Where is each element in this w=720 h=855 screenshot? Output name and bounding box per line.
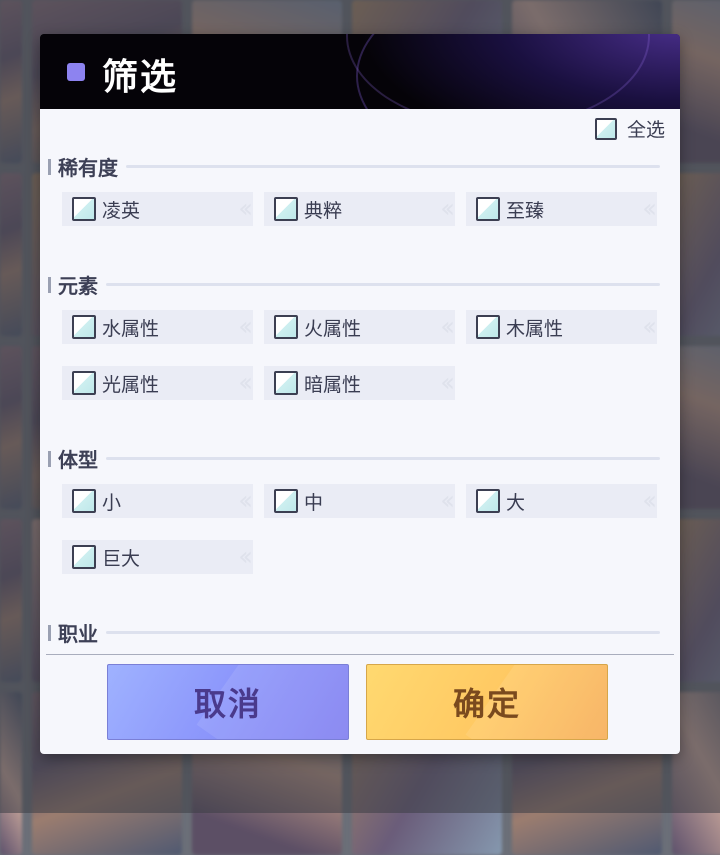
chevron-left-decoration-icon: ‹‹ — [440, 368, 455, 398]
section-header-size: 体型 — [48, 444, 660, 473]
filter-option-rarity-1[interactable]: 凌英 ‹‹ — [62, 192, 253, 226]
section-divider — [106, 283, 660, 286]
checkbox-icon[interactable] — [274, 371, 298, 395]
section-title: 元素 — [58, 274, 98, 298]
checkbox-icon[interactable] — [476, 489, 500, 513]
dialog-title: 筛选 — [102, 56, 179, 98]
chevron-left-decoration-icon: ‹‹ — [238, 312, 253, 342]
confirm-button-label: 确定 — [452, 685, 521, 723]
section-marker-icon — [48, 624, 51, 641]
option-label: 木属性 — [506, 317, 564, 340]
option-label: 中 — [304, 491, 324, 514]
checkbox-icon[interactable] — [72, 371, 96, 395]
filter-option-rarity-3[interactable]: 至臻 ‹‹ — [466, 192, 657, 226]
option-label: 典粹 — [304, 199, 343, 222]
select-all-checkbox[interactable]: 全选 — [595, 115, 665, 142]
option-label: 巨大 — [102, 547, 141, 570]
checkbox-icon[interactable] — [274, 489, 298, 513]
filter-option-size-huge[interactable]: 巨大 ‹‹ — [62, 540, 253, 574]
chevron-left-decoration-icon: ‹‹ — [440, 194, 455, 224]
section-divider — [106, 631, 660, 634]
checkbox-icon[interactable] — [476, 315, 500, 339]
chevron-left-decoration-icon: ‹‹ — [238, 194, 253, 224]
filter-option-rarity-2[interactable]: 典粹 ‹‹ — [264, 192, 455, 226]
checkbox-icon[interactable] — [476, 197, 500, 221]
filter-option-element-light[interactable]: 光属性 ‹‹ — [62, 366, 253, 400]
section-title: 体型 — [58, 448, 98, 472]
filter-option-element-wood[interactable]: 木属性 ‹‹ — [466, 310, 657, 344]
chevron-left-decoration-icon: ‹‹ — [238, 368, 253, 398]
chevron-left-decoration-icon: ‹‹ — [642, 486, 657, 516]
chevron-left-decoration-icon: ‹‹ — [238, 542, 253, 572]
section-header-element: 元素 — [48, 270, 660, 299]
option-label: 光属性 — [102, 373, 160, 396]
filter-option-size-large[interactable]: 大 ‹‹ — [466, 484, 657, 518]
checkbox-icon[interactable] — [72, 315, 96, 339]
option-label: 凌英 — [102, 199, 141, 222]
title-square-icon — [67, 63, 85, 81]
chevron-left-decoration-icon: ‹‹ — [440, 312, 455, 342]
filter-option-size-medium[interactable]: 中 ‹‹ — [264, 484, 455, 518]
section-title: 稀有度 — [58, 156, 118, 180]
section-divider — [106, 457, 660, 460]
filter-option-element-dark[interactable]: 暗属性 ‹‹ — [264, 366, 455, 400]
filter-dialog: 筛选 全选 稀有度 凌英 ‹‹ 典粹 ‹‹ 至臻 ‹‹ 元素 水属性 ‹‹ 火属… — [40, 34, 680, 754]
option-label: 暗属性 — [304, 373, 362, 396]
chevron-left-decoration-icon: ‹‹ — [642, 194, 657, 224]
checkbox-icon[interactable] — [72, 545, 96, 569]
checkbox-icon[interactable] — [72, 197, 96, 221]
checkbox-icon[interactable] — [72, 489, 96, 513]
section-header-profession: 职业 — [48, 618, 660, 647]
filter-option-element-fire[interactable]: 火属性 ‹‹ — [264, 310, 455, 344]
header-decoration — [346, 34, 650, 109]
chevron-left-decoration-icon: ‹‹ — [440, 486, 455, 516]
checkbox-icon[interactable] — [274, 197, 298, 221]
cancel-button-label: 取消 — [193, 685, 262, 723]
section-header-rarity: 稀有度 — [48, 152, 660, 181]
option-label: 小 — [102, 491, 122, 514]
filter-option-element-water[interactable]: 水属性 ‹‹ — [62, 310, 253, 344]
select-all-label: 全选 — [627, 119, 666, 141]
option-label: 至臻 — [506, 199, 545, 222]
section-marker-icon — [48, 158, 51, 175]
chevron-left-decoration-icon: ‹‹ — [238, 486, 253, 516]
section-title: 职业 — [58, 622, 98, 646]
chevron-left-decoration-icon: ‹‹ — [642, 312, 657, 342]
filter-option-size-small[interactable]: 小 ‹‹ — [62, 484, 253, 518]
section-marker-icon — [48, 450, 51, 467]
checkbox-icon[interactable] — [595, 117, 617, 140]
option-label: 大 — [506, 491, 526, 514]
section-marker-icon — [48, 276, 51, 293]
checkbox-icon[interactable] — [274, 315, 298, 339]
section-divider — [126, 165, 660, 168]
confirm-button[interactable]: 确定 — [366, 664, 608, 740]
option-label: 水属性 — [102, 317, 160, 340]
footer-divider — [46, 654, 674, 655]
dialog-header: 筛选 — [40, 34, 680, 109]
option-label: 火属性 — [304, 317, 362, 340]
cancel-button[interactable]: 取消 — [107, 664, 349, 740]
